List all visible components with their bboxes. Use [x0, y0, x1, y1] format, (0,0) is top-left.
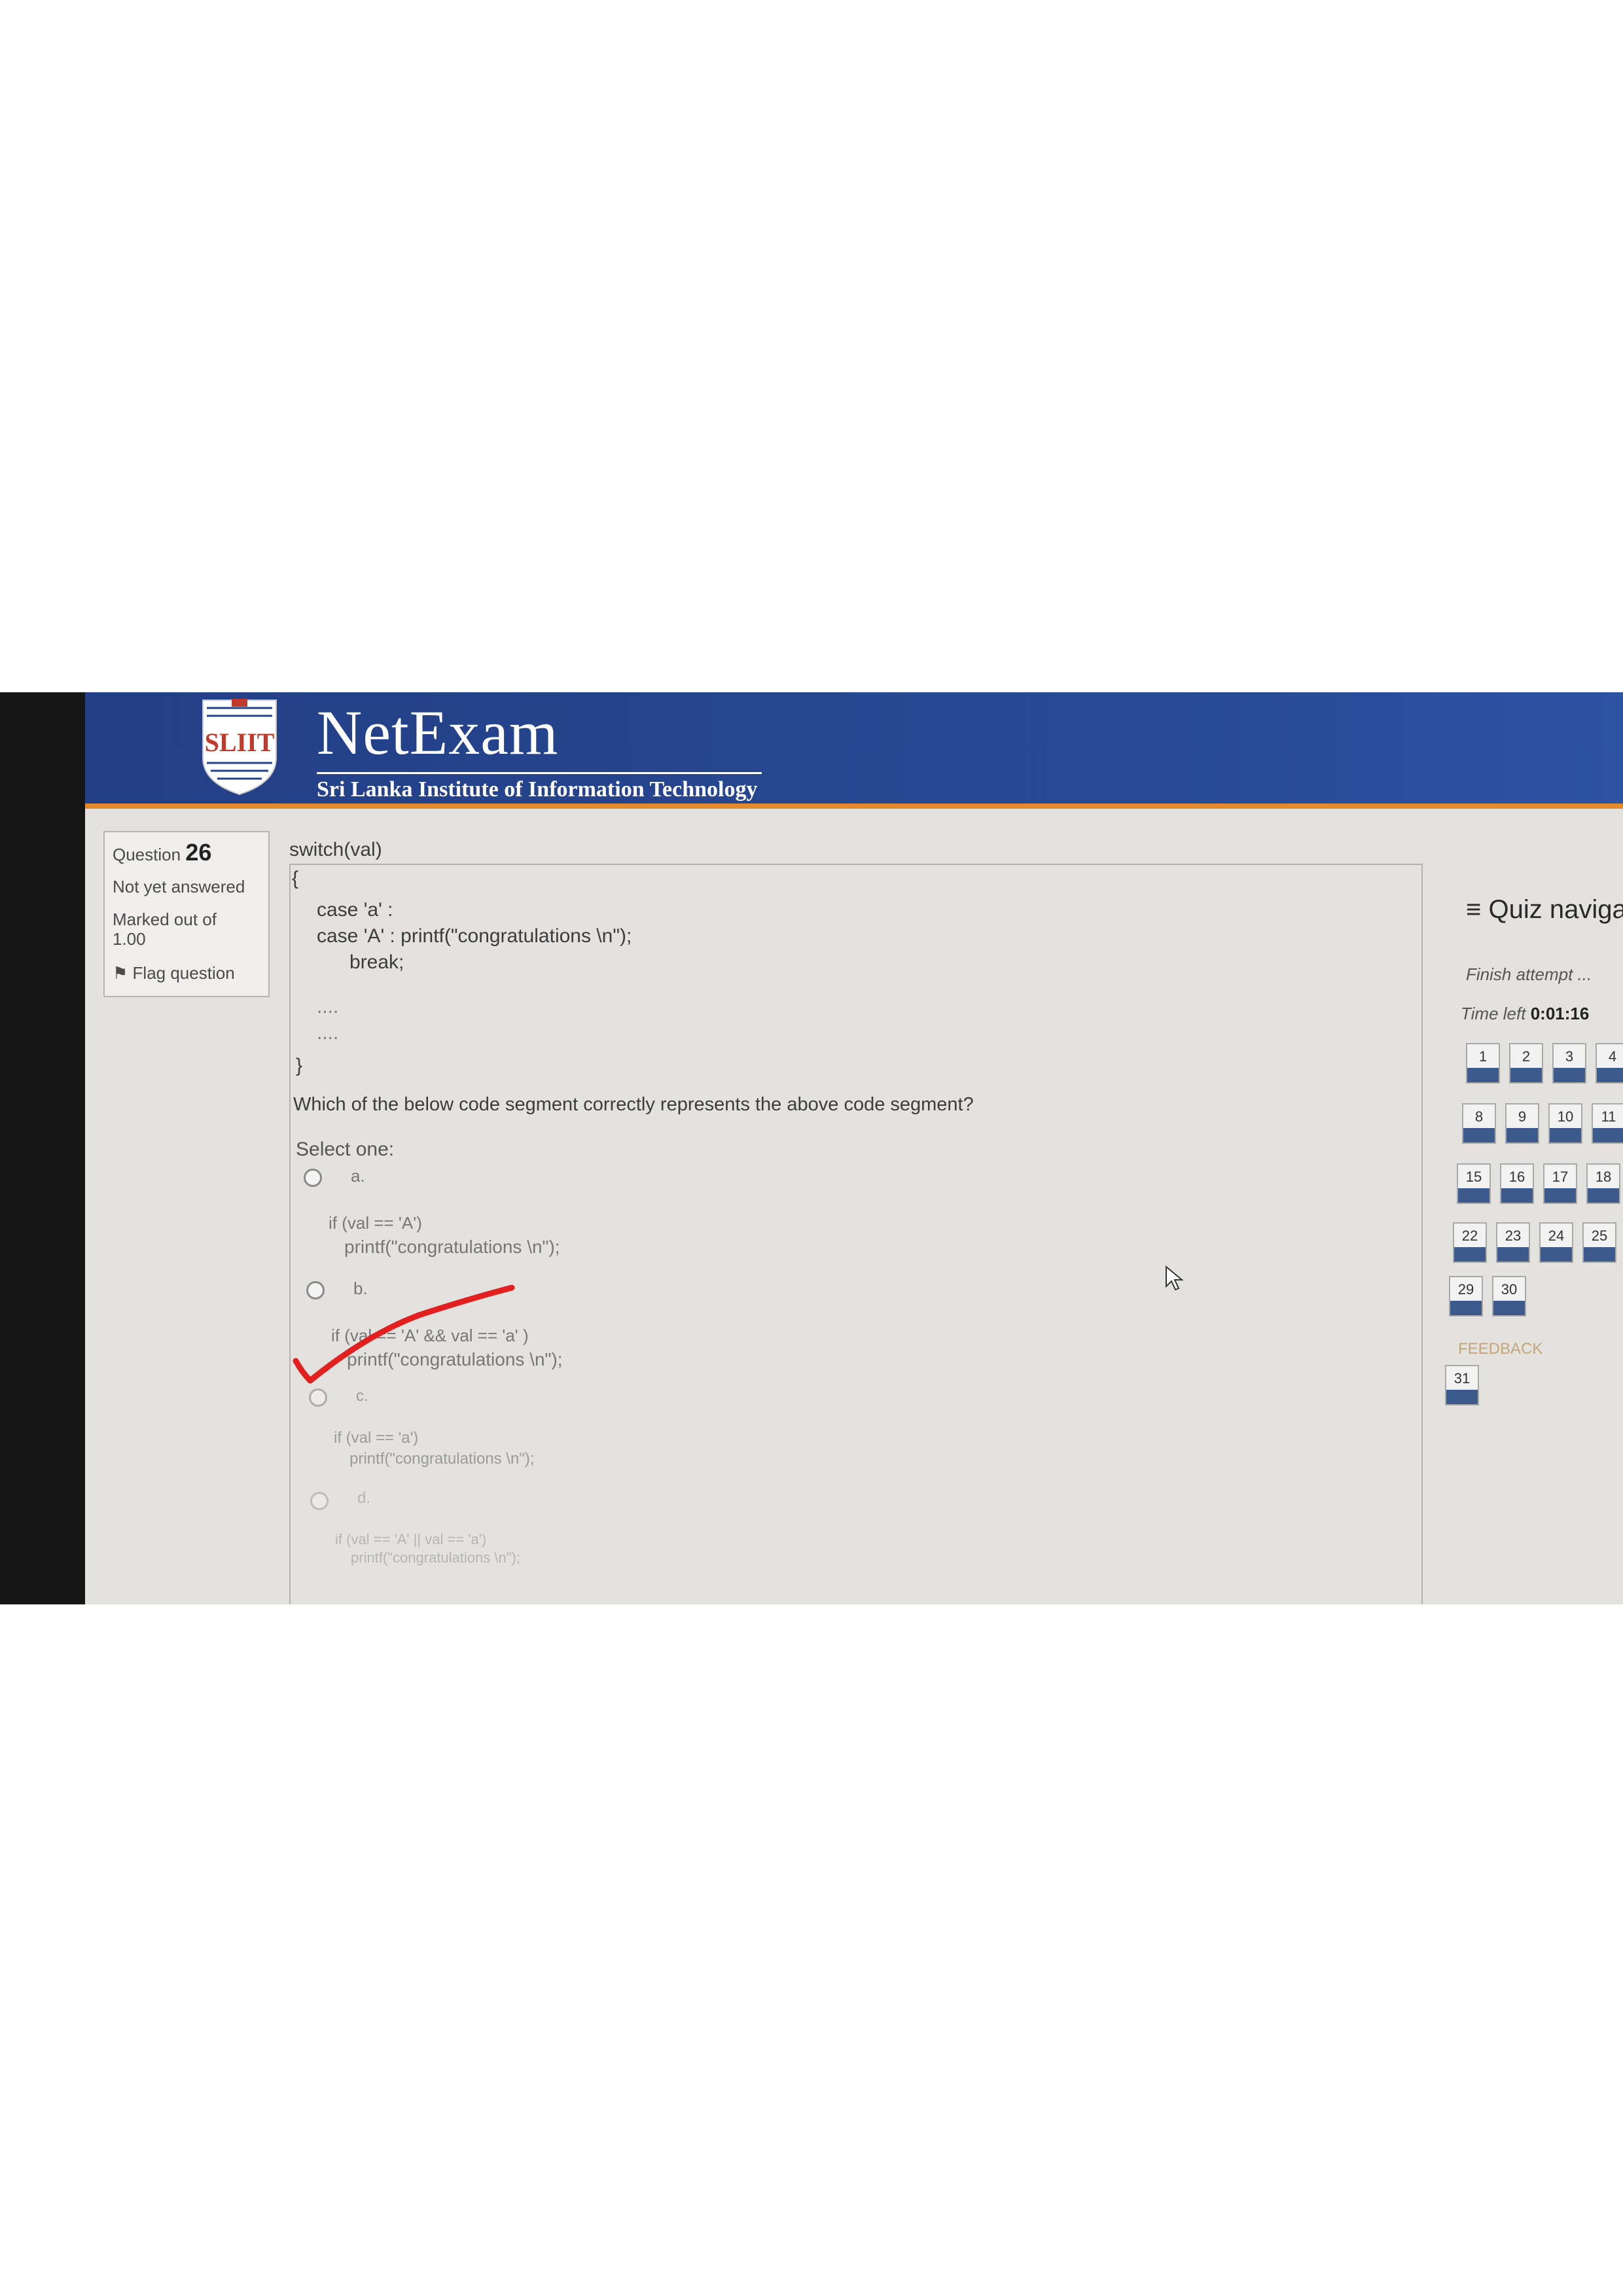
- question-nav-button-23[interactable]: 23: [1496, 1222, 1530, 1263]
- radio-button-b[interactable]: [306, 1281, 325, 1299]
- option-code-line: if (val == 'A' && val == 'a' ): [331, 1326, 529, 1345]
- question-nav-button-24[interactable]: 24: [1539, 1222, 1573, 1263]
- mouse-cursor-icon: [1166, 1265, 1184, 1291]
- question-nav-button-8[interactable]: 8: [1462, 1103, 1496, 1144]
- quiz-navigation-panel: ≡ Quiz naviga Finish attempt ... Time le…: [1440, 895, 1623, 1419]
- question-nav-button-3[interactable]: 3: [1552, 1043, 1586, 1084]
- question-nav-button-29[interactable]: 29: [1449, 1276, 1483, 1316]
- flag-question-link[interactable]: ⚑ Flag question: [113, 963, 235, 983]
- question-nav-button-4[interactable]: 4: [1596, 1043, 1623, 1084]
- option-code-line: if (val == 'a'): [334, 1429, 419, 1447]
- question-nav-button-15[interactable]: 15: [1457, 1163, 1491, 1204]
- select-one-label: Select one:: [296, 1139, 395, 1160]
- feedback-label: FEEDBACK: [1458, 1340, 1543, 1358]
- question-nav-button-10[interactable]: 10: [1548, 1103, 1582, 1144]
- option-letter: b.: [353, 1279, 368, 1298]
- code-line: }: [296, 1055, 303, 1076]
- title-divider: [317, 772, 762, 774]
- marked-out-of-label: Marked out of: [113, 910, 217, 929]
- quiz-navigation-title: ≡ Quiz naviga: [1466, 895, 1623, 925]
- code-line: case 'a' :: [317, 899, 393, 921]
- option-code-line: printf("congratulations \n");: [347, 1349, 563, 1369]
- marked-out-of-value: 1.00: [113, 929, 146, 949]
- option-code-line: printf("congratulations \n");: [349, 1450, 535, 1468]
- question-nav-button-1[interactable]: 1: [1466, 1043, 1500, 1084]
- menu-icon: ≡: [1466, 895, 1482, 924]
- site-title: NetExam: [317, 698, 559, 768]
- question-prompt: Which of the below code segment correctl…: [293, 1094, 974, 1115]
- question-nav-button-11[interactable]: 11: [1592, 1103, 1623, 1144]
- code-line: switch(val): [289, 839, 382, 860]
- code-line: ....: [317, 1022, 339, 1044]
- question-number: 26: [185, 839, 212, 866]
- option-code-line: if (val == 'A'): [329, 1213, 422, 1233]
- finish-attempt-link[interactable]: Finish attempt ...: [1466, 964, 1592, 985]
- radio-button-c[interactable]: [309, 1388, 327, 1407]
- question-nav-button-18[interactable]: 18: [1586, 1163, 1620, 1204]
- answer-status: Not yet answered: [113, 877, 245, 896]
- question-nav-button-30[interactable]: 30: [1492, 1276, 1526, 1316]
- code-line: {: [292, 868, 299, 889]
- radio-button-a[interactable]: [304, 1169, 322, 1187]
- question-label: Question: [113, 845, 181, 864]
- flag-icon: ⚑: [113, 963, 128, 983]
- flag-question-label: Flag question: [132, 963, 235, 983]
- svg-text:SLIIT: SLIIT: [205, 728, 275, 757]
- site-subtitle: Sri Lanka Institute of Information Techn…: [317, 777, 758, 802]
- question-nav-button-17[interactable]: 17: [1543, 1163, 1577, 1204]
- question-info-box: Question 26 Not yet answered Marked out …: [103, 831, 270, 997]
- time-left: Time left 0:01:16: [1461, 1004, 1589, 1024]
- feedback-nav-button[interactable]: 31: [1445, 1365, 1479, 1405]
- option-code-line: printf("congratulations \n");: [351, 1549, 520, 1566]
- time-left-label: Time left: [1461, 1004, 1526, 1023]
- question-number-line: Question 26: [113, 839, 211, 866]
- header-banner: SLIIT NetExam Sri Lanka Institute of Inf…: [85, 692, 1623, 809]
- sliit-logo: SLIIT: [202, 699, 277, 796]
- question-nav-button-25[interactable]: 25: [1582, 1222, 1616, 1263]
- question-nav-button-9[interactable]: 9: [1505, 1103, 1539, 1144]
- radio-button-d[interactable]: [310, 1492, 329, 1510]
- code-line: break;: [349, 951, 404, 973]
- time-left-value: 0:01:16: [1530, 1004, 1590, 1023]
- option-letter: c.: [356, 1387, 368, 1405]
- question-nav-button-22[interactable]: 22: [1453, 1222, 1487, 1263]
- option-letter: d.: [357, 1489, 371, 1507]
- code-line: ....: [317, 996, 339, 1017]
- photo-frame: SLIIT NetExam Sri Lanka Institute of Inf…: [0, 692, 1623, 1604]
- question-nav-button-2[interactable]: 2: [1509, 1043, 1543, 1084]
- option-code-line: printf("congratulations \n");: [344, 1237, 560, 1257]
- code-line: case 'A' : printf("congratulations \n");: [317, 925, 632, 947]
- browser-screen: SLIIT NetExam Sri Lanka Institute of Inf…: [85, 692, 1623, 1604]
- quiz-navigation-label: Quiz naviga: [1488, 895, 1623, 924]
- question-content: switch(val) { case 'a' : case 'A' : prin…: [289, 839, 1423, 1604]
- option-letter: a.: [351, 1166, 365, 1186]
- option-code-line: if (val == 'A' || val == 'a'): [335, 1531, 487, 1547]
- question-nav-button-16[interactable]: 16: [1500, 1163, 1534, 1204]
